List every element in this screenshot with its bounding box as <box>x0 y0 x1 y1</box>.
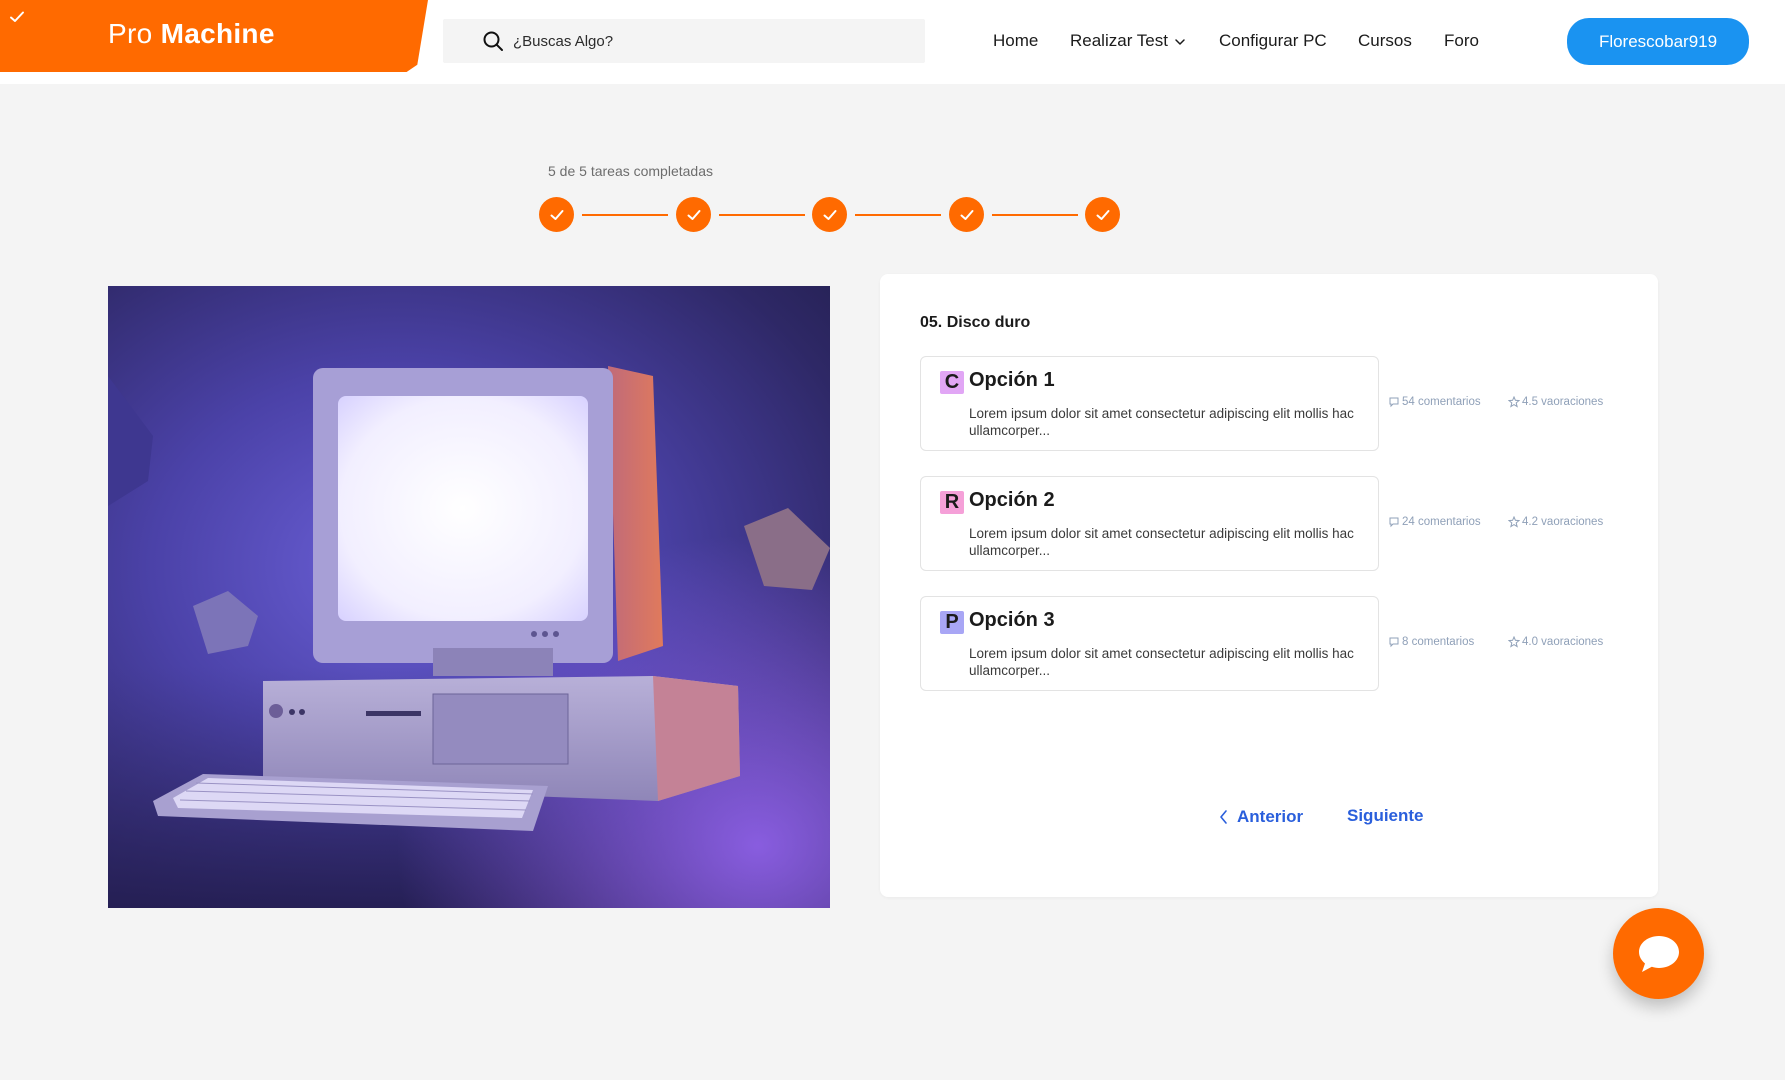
option-description: Lorem ipsum dolor sit amet consectetur a… <box>969 646 1354 678</box>
check-icon <box>823 209 836 220</box>
ratings-value: 4.2 vaoraciones <box>1522 516 1604 528</box>
star-icon <box>1508 636 1520 648</box>
comment-icon <box>1389 397 1399 408</box>
option-1-ratings[interactable]: 4.5 vaoraciones <box>1508 396 1603 408</box>
retro-computer-illustration <box>108 286 830 908</box>
option-2-comments[interactable]: 24 comentarios <box>1388 516 1481 528</box>
comment-icon <box>1389 637 1399 648</box>
step-connector <box>992 214 1078 216</box>
brand-name: Pro Machine <box>108 18 275 50</box>
step-4-complete <box>949 197 984 232</box>
previous-button[interactable]: Anterior <box>1218 807 1303 827</box>
search-bar[interactable] <box>443 19 925 63</box>
nav-item-realizar-test-label: Realizar Test <box>1070 31 1168 50</box>
chat-button[interactable] <box>1613 908 1704 999</box>
option-title: Opción 3 <box>969 609 1055 631</box>
ratings-value: 4.5 vaoraciones <box>1522 396 1604 408</box>
option-3-ratings[interactable]: 4.0 vaoraciones <box>1508 636 1603 648</box>
brand-logo[interactable]: Pro Machine <box>0 0 428 72</box>
retro-computer-art <box>108 286 830 908</box>
chat-bubble-icon <box>1638 935 1679 972</box>
previous-label: Anterior <box>1237 807 1304 826</box>
option-title: Opción 2 <box>969 489 1055 511</box>
star-icon <box>1508 516 1520 528</box>
option-2-ratings[interactable]: 4.2 vaoraciones <box>1508 516 1603 528</box>
progress-label: 5 de 5 tareas completadas <box>548 163 713 179</box>
question-title: 05. Disco duro <box>920 314 1031 331</box>
comments-count: 8 comentarios <box>1402 636 1475 648</box>
comments-count: 54 comentarios <box>1402 396 1481 408</box>
chevron-down-icon <box>1175 38 1185 45</box>
brand-name-bold: Machine <box>160 18 275 49</box>
comment-icon <box>1389 517 1399 528</box>
option-letter-badge: P <box>940 611 964 634</box>
question-card: 05. Disco duro C Opción 1 Lorem ipsum do… <box>880 274 1658 897</box>
progress-stepper <box>539 197 1121 233</box>
option-title: Opción 1 <box>969 369 1055 391</box>
next-button[interactable]: Siguiente <box>1347 806 1424 826</box>
check-icon <box>10 11 24 22</box>
option-3-comments[interactable]: 8 comentarios <box>1388 636 1474 648</box>
comments-count: 24 comentarios <box>1402 516 1481 528</box>
nav-item-foro[interactable]: Foro <box>1444 30 1479 52</box>
search-icon[interactable] <box>482 30 504 52</box>
nav-item-configurar-pc[interactable]: Configurar PC <box>1219 30 1327 52</box>
step-2-complete <box>676 197 711 232</box>
user-account-button[interactable]: Florescobar919 <box>1567 18 1749 65</box>
option-card-2[interactable]: R Opción 2 Lorem ipsum dolor sit amet co… <box>920 476 1379 571</box>
search-input[interactable] <box>513 19 913 63</box>
ratings-value: 4.0 vaoraciones <box>1522 636 1604 648</box>
nav-item-home[interactable]: Home <box>993 30 1038 52</box>
nav-item-cursos[interactable]: Cursos <box>1358 30 1412 52</box>
top-header: Pro Machine Home Realizar Test Configura… <box>0 0 1785 84</box>
option-description: Lorem ipsum dolor sit amet consectetur a… <box>969 406 1354 438</box>
brand-name-light: Pro <box>108 18 153 49</box>
option-1-comments[interactable]: 54 comentarios <box>1388 396 1481 408</box>
check-icon <box>1096 209 1109 220</box>
option-description: Lorem ipsum dolor sit amet consectetur a… <box>969 526 1354 558</box>
option-letter-badge: C <box>940 371 964 394</box>
option-card-1[interactable]: C Opción 1 Lorem ipsum dolor sit amet co… <box>920 356 1379 451</box>
step-1-complete <box>539 197 574 232</box>
nav-item-realizar-test[interactable]: Realizar Test <box>1070 30 1186 52</box>
check-icon <box>960 209 973 220</box>
check-icon <box>687 209 700 220</box>
star-icon <box>1508 396 1520 408</box>
chevron-left-icon <box>1220 810 1227 824</box>
option-letter-badge: R <box>940 491 964 514</box>
step-3-complete <box>812 197 847 232</box>
option-card-3[interactable]: P Opción 3 Lorem ipsum dolor sit amet co… <box>920 596 1379 691</box>
step-connector <box>582 214 668 216</box>
step-connector <box>855 214 941 216</box>
check-icon <box>550 209 563 220</box>
step-connector <box>719 214 805 216</box>
step-5-complete <box>1085 197 1120 232</box>
